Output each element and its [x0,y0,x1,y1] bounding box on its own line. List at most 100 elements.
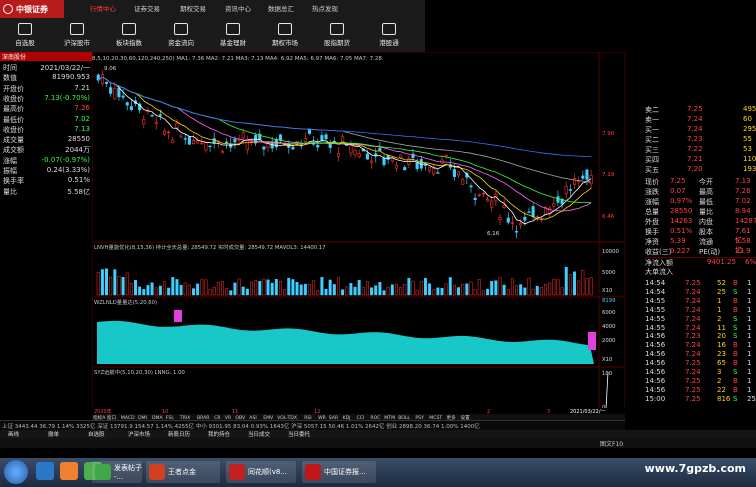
candle-body[interactable] [154,121,158,125]
toolbar-button-7[interactable]: 港股通 [364,18,414,52]
toolbar-button-1[interactable]: 沪深股市 [52,18,102,52]
func-button-4[interactable]: 新股日历 [168,430,190,438]
candle-body[interactable] [515,231,519,233]
candle-body[interactable] [104,81,109,84]
candle-body[interactable] [245,139,249,151]
candle-body[interactable] [171,139,175,143]
candle-body[interactable] [452,169,456,177]
candle-body[interactable] [341,136,345,142]
candle-body[interactable] [233,139,237,143]
candle-body[interactable] [303,138,307,143]
candle-body[interactable] [581,175,585,179]
func-button-0[interactable]: 画线 [8,430,19,438]
candle-body[interactable] [423,164,427,166]
candle-body[interactable] [291,146,295,150]
taskbar-window-6[interactable]: 中国证券报... [302,461,376,483]
candle-body[interactable] [196,140,200,144]
candle-body[interactable] [531,206,535,218]
candle-body[interactable] [150,115,154,117]
candle-body[interactable] [204,142,208,151]
candle-body[interactable] [162,130,167,135]
candle-body[interactable] [498,217,502,221]
taskbar-window-4[interactable]: 王者点金 [146,461,220,483]
candle-body[interactable] [225,141,229,144]
candle-body[interactable] [378,148,382,151]
candle-body[interactable] [457,171,461,176]
toolbar-button-2[interactable]: 板块指数 [104,18,154,52]
candle-body[interactable] [428,166,432,171]
menu-item-1[interactable]: 证券交易 [134,3,160,13]
func-button-5[interactable]: 我的持仓 [208,430,230,438]
toolbar-button-0[interactable]: 自选股 [0,18,50,52]
candle-body[interactable] [357,153,361,158]
kline-chart-area[interactable]: 8,5,10,20,30,60,120,240,250) MA1: 7.36 M… [91,51,626,421]
toolbar-button-6[interactable]: 股指期货 [312,18,362,52]
candle-body[interactable] [382,158,386,166]
candle-body[interactable] [490,200,494,208]
candle-body[interactable] [564,186,568,194]
func-button-3[interactable]: 沪深市场 [128,430,150,438]
kline-chart-svg[interactable]: 8,5,10,20,30,60,120,240,250) MA1: 7.36 M… [91,51,626,421]
candle-body[interactable] [270,142,274,149]
candle-body[interactable] [523,216,527,221]
candle-body[interactable] [187,136,191,145]
candle-body[interactable] [208,145,212,147]
f10-tab[interactable]: 图文F10 [600,439,623,448]
candle-body[interactable] [353,149,357,156]
candle-body[interactable] [556,196,560,203]
toolbar-button-3[interactable]: 资金流向 [156,18,206,52]
toolbar-button-4[interactable]: 基金理财 [208,18,258,52]
menu-item-5[interactable]: 热点发现 [312,3,338,13]
candle-body[interactable] [109,87,113,94]
taskbar-window-3[interactable]: 发表帖子 -... [92,461,142,483]
candle-body[interactable] [473,197,477,200]
candle-body[interactable] [129,106,133,110]
candle-body[interactable] [167,131,171,134]
candle-body[interactable] [519,223,523,226]
candle-body[interactable] [183,138,187,140]
candle-body[interactable] [461,179,465,185]
candle-body[interactable] [399,154,403,159]
candle-body[interactable] [577,180,581,183]
candle-body[interactable] [229,143,233,148]
candle-body[interactable] [432,168,436,175]
candle-body[interactable] [394,165,398,169]
candle-body[interactable] [481,192,485,195]
taskbar-window-5[interactable]: 同花顺(v8... [226,461,296,483]
func-button-2[interactable]: 自选股 [88,430,105,438]
candle-body[interactable] [349,145,353,154]
candle-body[interactable] [510,222,514,224]
candle-body[interactable] [175,122,179,129]
menu-item-4[interactable]: 数据总汇 [268,3,294,13]
menu-item-0[interactable]: 行情中心 [90,3,116,13]
candle-body[interactable] [212,138,216,144]
candle-body[interactable] [506,217,510,223]
candle-body[interactable] [113,88,117,100]
candle-body[interactable] [121,95,125,98]
candle-body[interactable] [158,114,162,116]
candle-body[interactable] [200,142,204,145]
candle-body[interactable] [585,169,589,180]
candle-body[interactable] [241,132,245,139]
candle-body[interactable] [436,172,440,174]
candle-body[interactable] [117,87,121,98]
candle-body[interactable] [527,211,531,213]
candle-body[interactable] [142,119,146,125]
menu-item-3[interactable]: 资讯中心 [225,3,251,13]
candle-body[interactable] [370,160,374,163]
candle-body[interactable] [262,146,266,150]
candle-body[interactable] [179,135,183,138]
menu-item-2[interactable]: 期权交易 [180,3,206,13]
candle-body[interactable] [486,199,490,202]
toolbar-button-5[interactable]: 期权市场 [260,18,310,52]
candle-body[interactable] [469,185,473,188]
candle-body[interactable] [324,134,328,140]
candle-body[interactable] [403,167,407,171]
candle-body[interactable] [477,194,481,196]
candle-body[interactable] [552,203,556,207]
candle-body[interactable] [316,144,320,148]
taskbar-quicklaunch-icon[interactable] [60,462,78,480]
candle-body[interactable] [191,140,196,145]
candle-body[interactable] [415,162,419,170]
candle-body[interactable] [390,157,394,162]
